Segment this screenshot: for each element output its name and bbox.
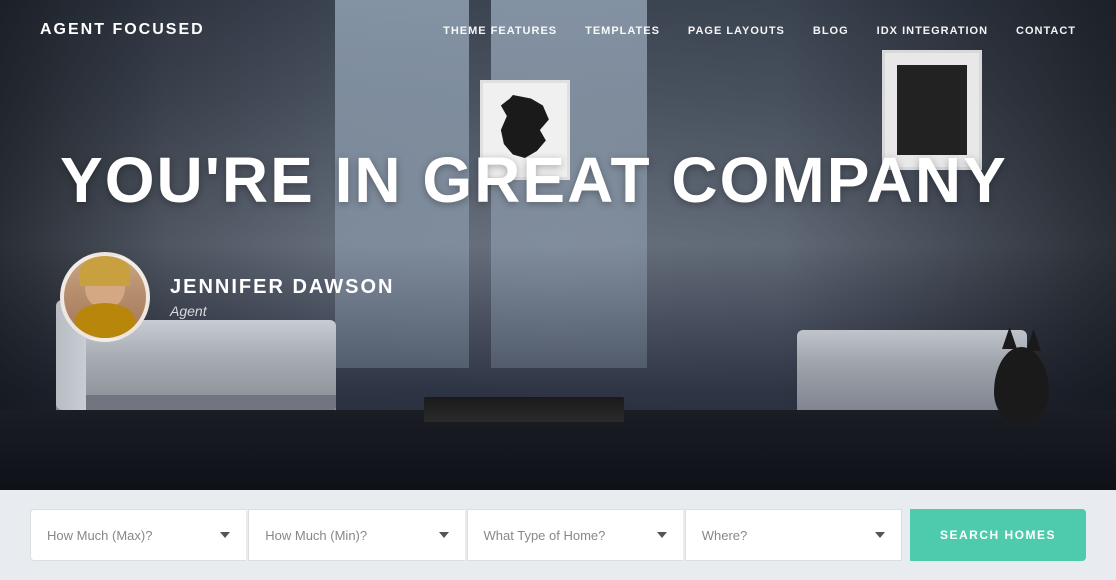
agent-face — [64, 256, 146, 338]
search-bar: How Much (Max)? How Much (Min)? What Typ… — [0, 490, 1116, 580]
dropdown-location-label: Where? — [702, 528, 748, 543]
avatar — [60, 252, 150, 342]
agent-info: JENNIFER DAWSON Agent — [170, 276, 394, 319]
dropdown-home-type-label: What Type of Home? — [484, 528, 606, 543]
dropdown-min-price-label: How Much (Min)? — [265, 528, 367, 543]
chevron-down-icon — [657, 532, 667, 538]
dropdown-max-price-label: How Much (Max)? — [47, 528, 152, 543]
hero-content: YOU'RE IN GREAT COMPANY JENNIFER DAWSON … — [0, 0, 1116, 490]
search-homes-button[interactable]: SEARCH HOMES — [910, 509, 1086, 561]
dropdown-max-price[interactable]: How Much (Max)? — [30, 509, 246, 561]
dropdown-home-type[interactable]: What Type of Home? — [467, 509, 683, 561]
agent-role: Agent — [170, 303, 394, 319]
dropdown-min-price[interactable]: How Much (Min)? — [248, 509, 464, 561]
dropdown-location[interactable]: Where? — [685, 509, 902, 561]
agent-name: JENNIFER DAWSON — [170, 276, 394, 299]
agent-hair — [80, 256, 130, 286]
page-wrapper: AGENT FOCUSED THEME FEATURES TEMPLATES P… — [0, 0, 1116, 580]
agent-card: JENNIFER DAWSON Agent — [60, 252, 394, 342]
hero-section: AGENT FOCUSED THEME FEATURES TEMPLATES P… — [0, 0, 1116, 490]
chevron-down-icon — [439, 532, 449, 538]
chevron-down-icon — [875, 532, 885, 538]
hero-headline: YOU'RE IN GREAT COMPANY — [60, 148, 1008, 212]
chevron-down-icon — [220, 532, 230, 538]
